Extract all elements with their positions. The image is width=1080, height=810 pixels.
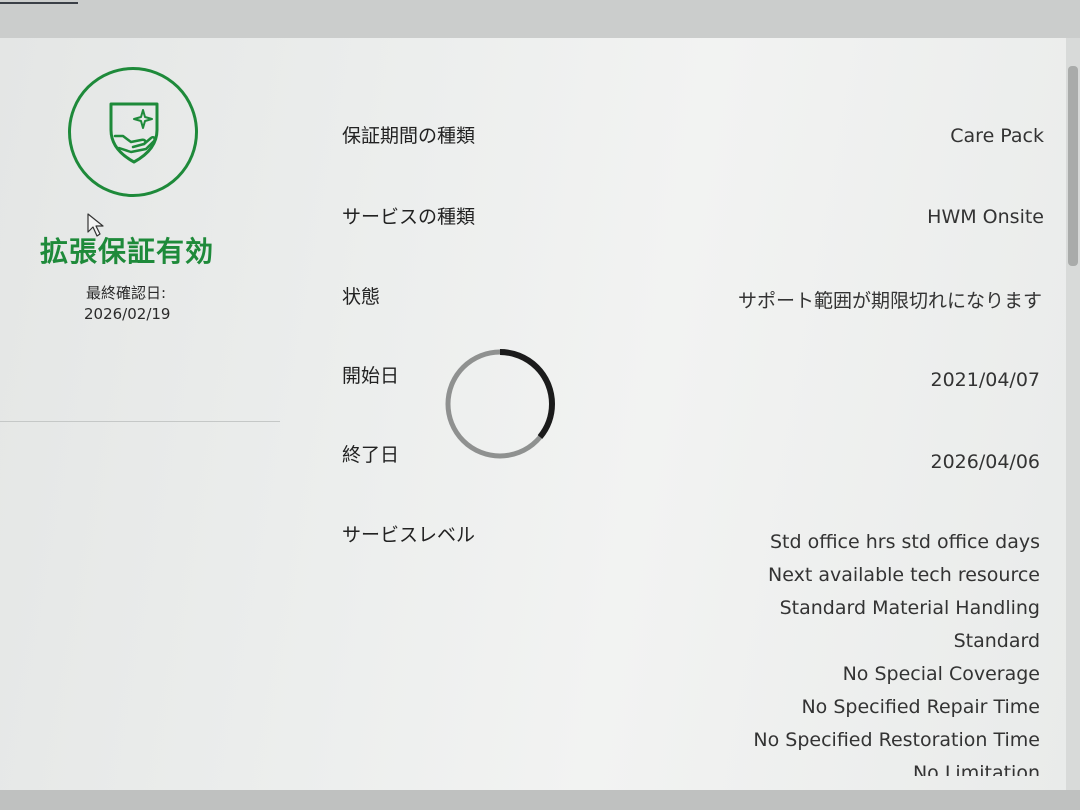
shield-hand-icon <box>109 102 159 164</box>
service-level-item: No Special Coverage <box>842 663 1040 685</box>
warranty-type-value: Care Pack <box>950 125 1044 147</box>
service-level-list: Std office hrs std office days Next avail… <box>753 526 1040 776</box>
loading-spinner-icon <box>445 349 556 459</box>
service-level-label: サービスレベル <box>342 524 476 546</box>
screen: 拡張保証有効 最終確認日: 2026/02/19 保証期間の種類 Care Pa… <box>0 0 1080 810</box>
service-level-item: Std office hrs std office days <box>769 531 1040 553</box>
service-level-item: No Specified Restoration Time <box>753 729 1040 751</box>
top-bar <box>0 0 1080 38</box>
service-type-label: サービスの種類 <box>342 206 476 228</box>
state-value: サポート範囲が期限切れになります <box>737 290 1042 312</box>
divider <box>0 421 280 422</box>
service-level-item: Standard Material Handling <box>779 597 1040 619</box>
service-level-item: Next available tech resource <box>768 564 1040 586</box>
end-date-label: 終了日 <box>342 444 400 466</box>
service-type-value: HWM Onsite <box>927 206 1044 228</box>
state-label: 状態 <box>342 286 381 308</box>
last-check-label: 最終確認日: <box>86 284 167 302</box>
start-date-label: 開始日 <box>342 365 400 387</box>
end-date-value: 2026/04/06 <box>930 451 1040 473</box>
last-check-date: 2026/02/19 <box>84 305 171 323</box>
service-level-item: Standard <box>953 630 1040 652</box>
scrollbar-thumb[interactable] <box>1068 66 1078 266</box>
start-date-value: 2021/04/07 <box>930 369 1040 391</box>
warranty-status-title: 拡張保証有効 <box>40 235 215 268</box>
warranty-status-badge <box>68 67 198 197</box>
warranty-type-label: 保証期間の種類 <box>342 125 476 147</box>
tab-indicator <box>0 2 78 4</box>
service-level-item: No Specified Repair Time <box>801 696 1040 718</box>
bottom-edge <box>0 790 1080 810</box>
service-level-item: No Limitation <box>912 762 1040 776</box>
